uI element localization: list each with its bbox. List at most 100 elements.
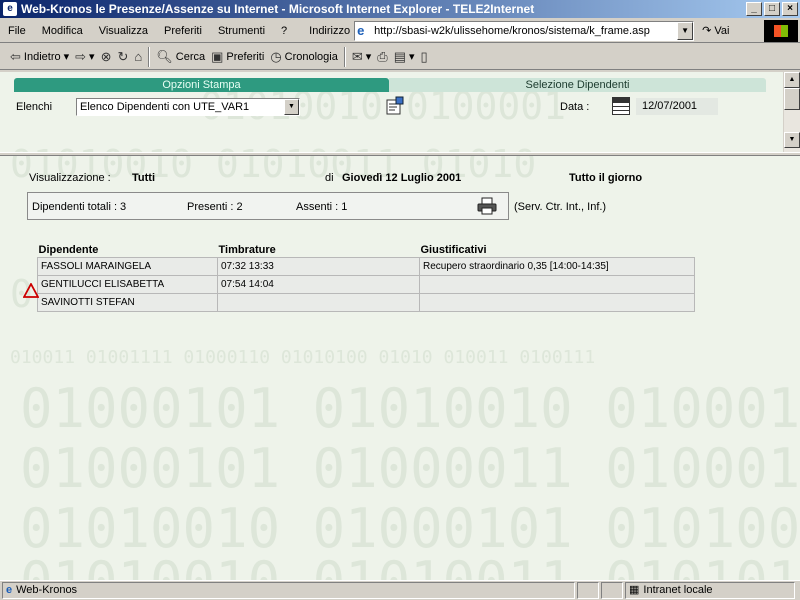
page-icon: e: [357, 22, 365, 38]
forward-arrow-icon: ⇨: [75, 48, 87, 64]
tab-selezione-dipendenti[interactable]: Selezione Dipendenti: [389, 78, 766, 92]
address-bar[interactable]: e http://sbasi-w2k/ulissehome/kronos/sis…: [354, 20, 695, 41]
top-frame-scrollbar[interactable]: ▲ ▼: [783, 72, 800, 152]
back-dropdown-icon[interactable]: ▾: [64, 50, 70, 63]
assenti-count: Assenti : 1: [296, 201, 348, 213]
elenchi-select[interactable]: Elenco Dipendenti con UTE_VAR1 ▼: [76, 98, 300, 116]
edit-dropdown-icon[interactable]: ▾: [409, 50, 415, 63]
cell-dipendente: SAVINOTTI STEFAN: [37, 293, 218, 312]
column-header-dipendente: Dipendente: [38, 244, 99, 256]
favorites-label: Preferiti: [226, 50, 265, 63]
menu-strumenti[interactable]: Strumenti: [210, 25, 273, 37]
window-controls: _ □ ×: [746, 2, 798, 16]
column-header-timbrature: Timbrature: [218, 244, 276, 256]
discuss-button[interactable]: ▯: [421, 49, 428, 65]
report-date: Giovedì 12 Luglio 2001: [342, 172, 462, 184]
back-label: Indietro: [23, 50, 61, 63]
status-bar: e Web-Kronos ▦ Intranet locale: [0, 580, 800, 600]
home-button[interactable]: ⌂: [134, 49, 142, 64]
menu-bar: File Modifica Visualizza Preferiti Strum…: [0, 19, 800, 43]
stop-button[interactable]: ⊗: [101, 49, 112, 65]
mail-icon: ✉: [351, 48, 363, 64]
windows-logo-icon: [764, 20, 798, 42]
service-note: (Serv. Ctr. Int., Inf.): [514, 201, 607, 213]
chevron-down-icon[interactable]: ▼: [284, 99, 299, 115]
print-button[interactable]: ⎙: [377, 49, 387, 65]
status-cell: [577, 582, 599, 599]
address-input[interactable]: http://sbasi-w2k/ulissehome/kronos/siste…: [374, 25, 650, 37]
menu-file[interactable]: File: [0, 25, 34, 37]
printer-icon[interactable]: [477, 197, 497, 215]
cell-timbrature: 07:54 14:04: [217, 275, 420, 294]
address-dropdown-icon[interactable]: ▼: [677, 21, 694, 40]
report-icon[interactable]: [385, 96, 405, 116]
edit-icon: ▤: [393, 48, 406, 64]
ie-icon: e: [3, 2, 17, 16]
search-icon: 🔍︎: [156, 48, 173, 64]
menu-preferiti[interactable]: Preferiti: [156, 25, 210, 37]
report-period: Tutto il giorno: [569, 172, 643, 184]
go-button[interactable]: ↷ Vai: [702, 24, 730, 38]
date-field[interactable]: 12/07/2001: [636, 98, 718, 115]
data-label: Data :: [560, 101, 590, 113]
back-button[interactable]: ⇦ Indietro ▾: [10, 49, 69, 65]
page-icon: e: [6, 584, 13, 596]
visualizzazione-label: Visualizzazione :: [29, 172, 111, 184]
frame-divider[interactable]: [0, 152, 800, 156]
maximize-button[interactable]: □: [764, 2, 780, 16]
forward-dropdown-icon[interactable]: ▾: [89, 50, 95, 63]
search-button[interactable]: 🔍︎ Cerca: [156, 49, 205, 65]
edit-button[interactable]: ▤ ▾: [394, 49, 415, 65]
go-arrow-icon: ↷: [702, 25, 712, 37]
forward-button[interactable]: ⇨ ▾: [75, 49, 94, 65]
di-label: di: [325, 172, 334, 184]
table-row[interactable]: SAVINOTTI STEFAN: [37, 293, 695, 312]
back-arrow-icon: ⇦: [10, 48, 21, 64]
menu-help[interactable]: ?: [273, 25, 295, 37]
table-row[interactable]: FASSOLI MARAINGELA 07:32 13:33 Recupero …: [37, 257, 695, 276]
dipendenti-totali: Dipendenti totali : 3: [32, 201, 127, 213]
mail-button[interactable]: ✉ ▾: [352, 49, 371, 65]
table-row[interactable]: GENTILUCCI ELISABETTA 07:54 14:04: [37, 275, 695, 294]
status-text: Web-Kronos: [16, 584, 78, 596]
visualizzazione-value: Tutti: [132, 172, 156, 184]
mail-dropdown-icon[interactable]: ▾: [366, 50, 372, 63]
cell-timbrature: [217, 293, 420, 312]
toolbar: ⇦ Indietro ▾ ⇨ ▾ ⊗ ↻ ⌂ 🔍︎ Cerca ▣ Prefer…: [0, 44, 800, 70]
menu-modifica[interactable]: Modifica: [34, 25, 91, 37]
history-icon: ◷: [270, 48, 282, 64]
warning-triangle-icon: [23, 283, 39, 298]
browser-content: 01010010 0100001 01010010 01010011 01010…: [0, 72, 800, 580]
close-button[interactable]: ×: [782, 2, 798, 16]
printer-icon: ⎙: [377, 48, 388, 64]
intranet-icon: ▦: [629, 584, 640, 596]
stop-icon: ⊗: [100, 48, 112, 64]
status-zone: ▦ Intranet locale: [625, 582, 795, 599]
toolbar-separator: [343, 46, 346, 67]
calendar-icon[interactable]: [612, 97, 630, 115]
scroll-thumb[interactable]: [784, 88, 800, 110]
cell-timbrature: 07:32 13:33: [217, 257, 420, 276]
column-header-giustificativi: Giustificativi: [420, 244, 487, 256]
history-label: Cronologia: [284, 50, 338, 63]
dipendenti-table: Dipendente Timbrature Giustificativi FAS…: [37, 244, 695, 312]
home-icon: ⌂: [134, 49, 143, 64]
document-icon: ▯: [420, 48, 428, 64]
cell-giustificativi: Recupero straordinario 0,35 [14:00-14:35…: [419, 257, 695, 276]
favorites-button[interactable]: ▣ Preferiti: [211, 49, 264, 65]
go-label: Vai: [714, 24, 730, 37]
elenchi-selected-value: Elenco Dipendenti con UTE_VAR1: [80, 101, 250, 113]
top-frame: Opzioni Stampa Selezione Dipendenti Elen…: [0, 72, 800, 152]
cell-dipendente: FASSOLI MARAINGELA: [37, 257, 218, 276]
minimize-button[interactable]: _: [746, 2, 762, 16]
history-button[interactable]: ◷ Cronologia: [270, 49, 338, 65]
menu-visualizza[interactable]: Visualizza: [91, 25, 156, 37]
cell-giustificativi: [419, 275, 695, 294]
scroll-down-icon[interactable]: ▼: [784, 132, 800, 148]
refresh-button[interactable]: ↻: [117, 49, 128, 65]
status-message: e Web-Kronos: [2, 582, 575, 599]
scroll-up-icon[interactable]: ▲: [784, 72, 800, 88]
window-title: Web-Kronos le Presenze/Assenze su Intern…: [21, 2, 535, 16]
refresh-icon: ↻: [117, 48, 129, 64]
tab-opzioni-stampa[interactable]: Opzioni Stampa: [14, 78, 389, 92]
